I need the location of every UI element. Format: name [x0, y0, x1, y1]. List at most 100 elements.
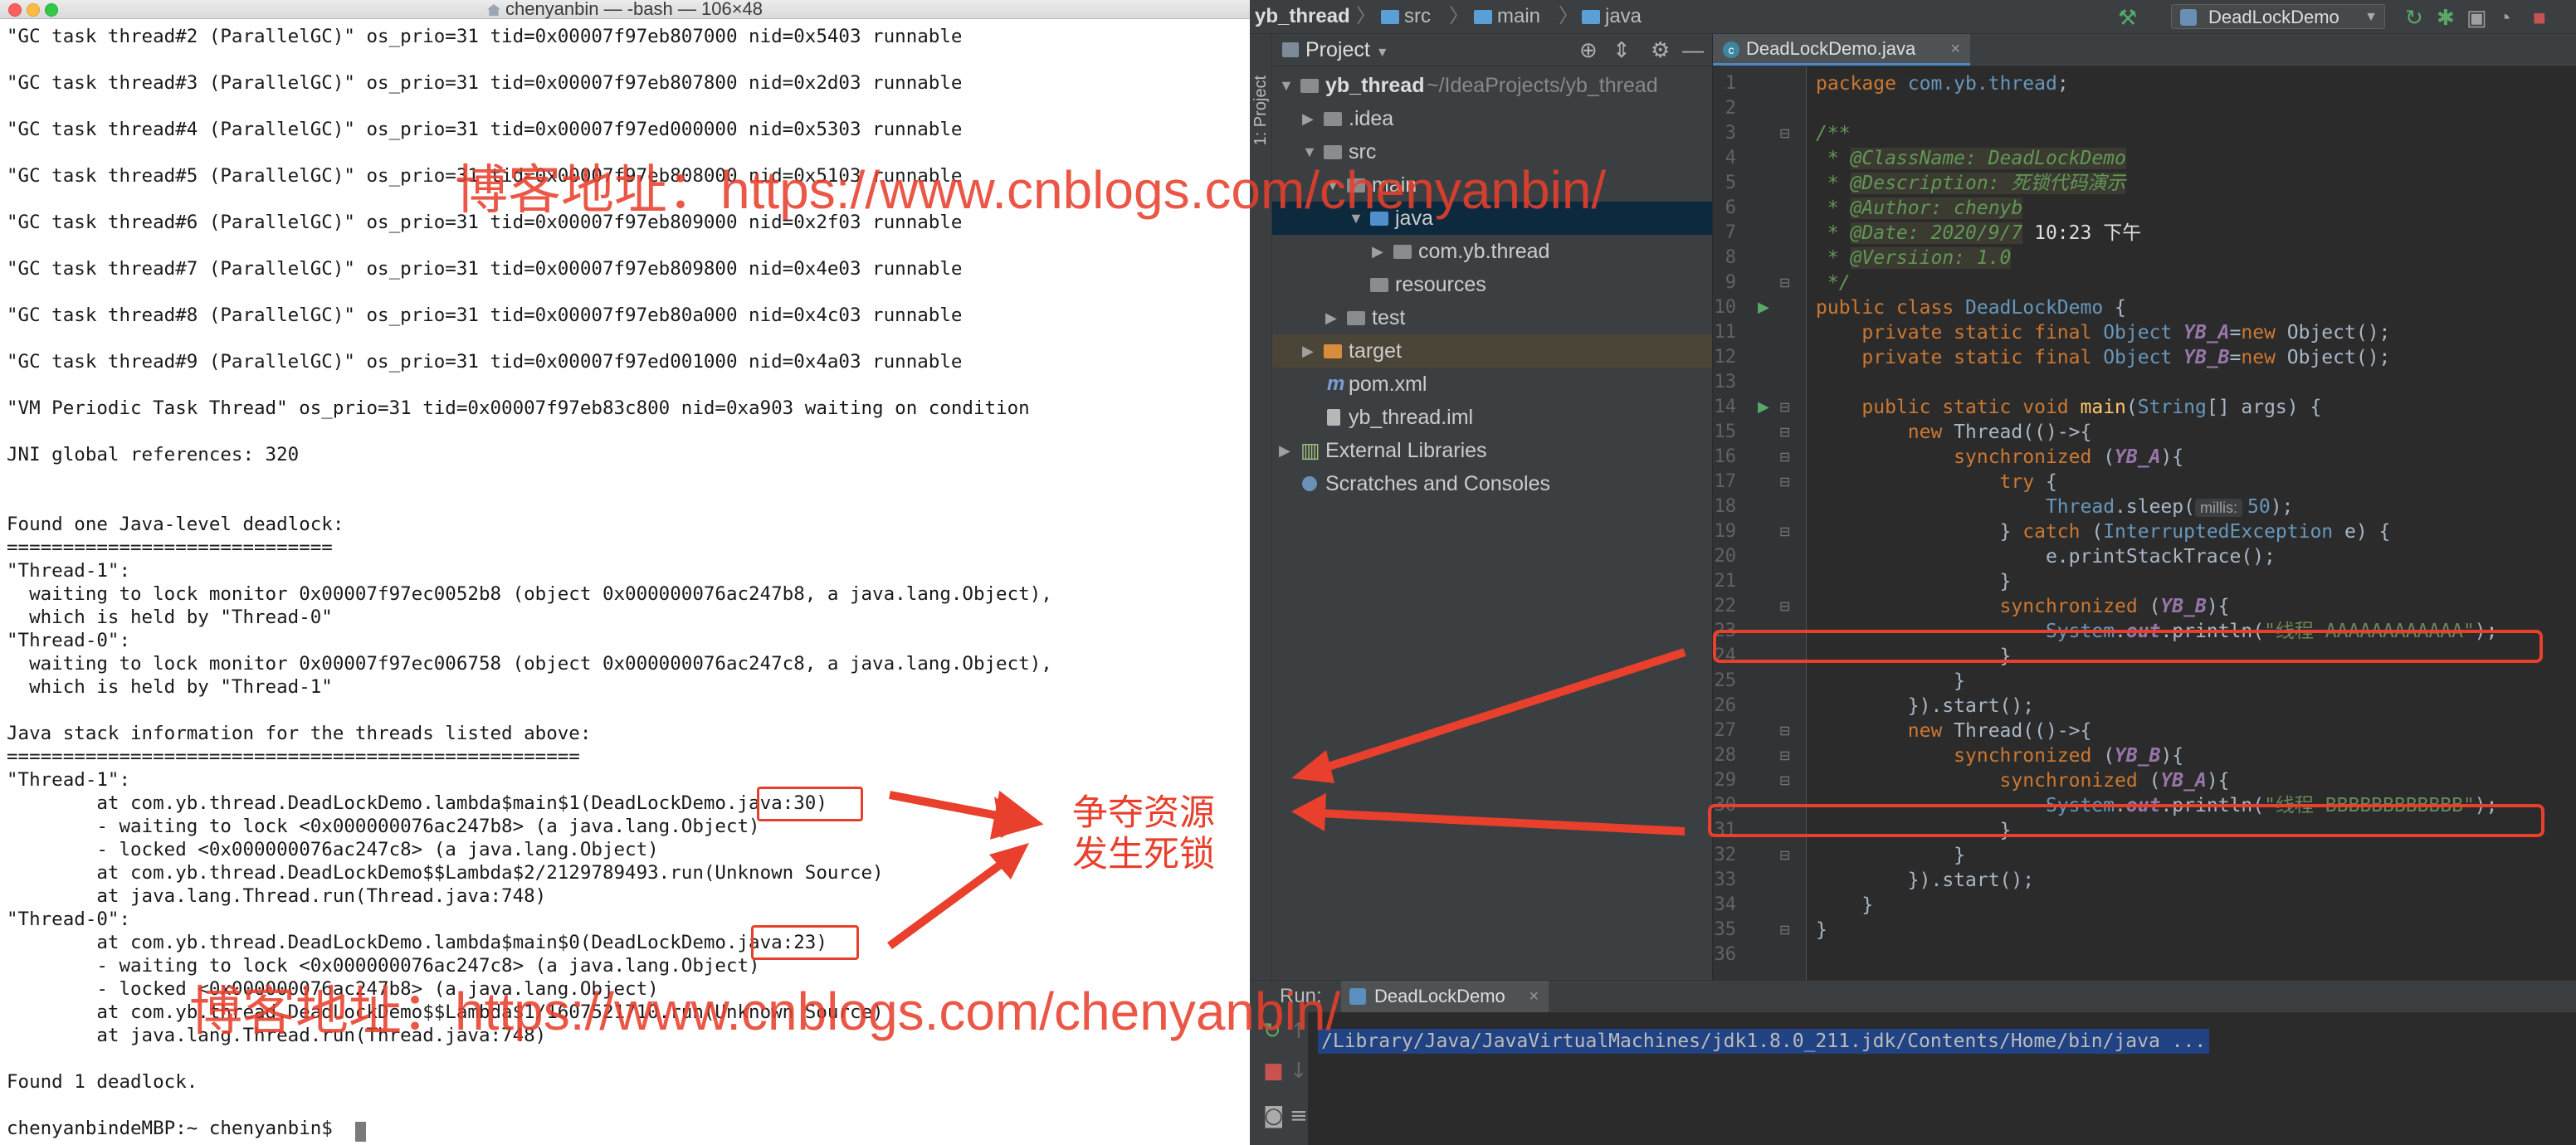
gear-icon[interactable]: ⚙ — [1651, 37, 1670, 63]
line-number: 2 — [1725, 98, 1736, 119]
console-output-line[interactable]: /Library/Java/JavaVirtualMachines/jdk1.8… — [1318, 1029, 2210, 1054]
fold-icon[interactable]: ⊟ — [1779, 918, 1790, 943]
breadcrumb-src[interactable]: src — [1381, 0, 1431, 33]
tree-item-external-libraries[interactable]: ▶ ▥ External Libraries — [1272, 434, 1712, 467]
rerun-icon[interactable]: ↻ — [2405, 5, 2423, 31]
run-panel[interactable]: Run: DeadLockDemo × ↻ ↑ ■ ↓ ◙ ≡ /Library… — [1250, 980, 2576, 1145]
code-token: private static final — [1816, 347, 2104, 368]
chevron-right-icon[interactable]: ▶ — [1279, 434, 1290, 467]
fold-icon[interactable]: ⊟ — [1779, 395, 1790, 420]
fold-icon[interactable]: ⊟ — [1779, 594, 1790, 619]
chevron-right-icon[interactable]: ▶ — [1325, 301, 1337, 334]
editor-tab-deadlockdemo[interactable]: c DeadLockDemo.java × — [1713, 34, 1970, 66]
code-line[interactable]: synchronized (YB_A){ — [1816, 768, 2230, 793]
tree-item-resources[interactable]: resources — [1272, 268, 1712, 301]
fold-icon[interactable]: ⊟ — [1779, 519, 1790, 544]
tree-item-pom[interactable]: m pom.xml — [1272, 368, 1712, 401]
camera-icon[interactable]: ◙ — [1263, 1104, 1284, 1128]
run-configuration-select[interactable]: DeadLockDemo ▼ — [2171, 4, 2385, 29]
terminal-line: at com.yb.thread.DeadLockDemo.lambda$mai… — [7, 792, 827, 814]
code-token: ( — [2149, 596, 2161, 617]
editor-tab-label: DeadLockDemo.java — [1746, 38, 1916, 59]
code-token: ; — [2056, 73, 2069, 95]
code-line[interactable]: synchronized (YB_A){ — [1816, 445, 2183, 470]
tree-item-target[interactable]: ▶ target — [1272, 334, 1712, 368]
code-line[interactable]: */ — [1816, 270, 1851, 295]
project-view-select[interactable]: Project ▼ — [1305, 34, 1389, 69]
code-line[interactable]: e.printStackTrace(); — [1816, 544, 2276, 569]
editor-gutter[interactable]: 1 2 3 4 5 6 7 8 9 10 11 12 13 14 15 16 1… — [1713, 66, 1807, 980]
locate-target-icon[interactable]: ⊕ — [1579, 37, 1598, 63]
soft-wrap-icon[interactable]: ≡ — [1290, 1104, 1308, 1128]
close-icon[interactable]: × — [1950, 34, 1960, 64]
code-line[interactable]: }).start(); — [1816, 868, 2034, 893]
code-line[interactable]: * @Author: chenyb — [1816, 196, 2023, 221]
stop-icon[interactable]: ■ — [1263, 1059, 1284, 1084]
fold-icon[interactable]: ⊟ — [1779, 270, 1790, 295]
fold-icon[interactable]: ⊟ — [1779, 768, 1790, 793]
code-token: com.yb.thread — [1907, 73, 2057, 95]
code-line[interactable]: private static final Object YB_B=new Obj… — [1816, 345, 2390, 370]
code-line[interactable]: * @ClassName: DeadLockDemo — [1816, 146, 2126, 171]
run-gutter-icon[interactable]: ▶ — [1758, 395, 1769, 420]
code-line[interactable]: public class DeadLockDemo { — [1816, 295, 2126, 320]
build-hammer-icon[interactable]: ⚒ — [2118, 5, 2137, 31]
code-line[interactable]: try { — [1816, 470, 2057, 495]
code-line[interactable]: } — [1816, 893, 1873, 918]
chevron-right-icon[interactable]: ▶ — [1372, 235, 1383, 268]
tree-item-yb-thread[interactable]: ▼ yb_thread ~/IdeaProjects/yb_thread — [1272, 69, 1712, 102]
fold-icon[interactable]: ⊟ — [1779, 445, 1790, 470]
code-line[interactable]: private static final Object YB_A=new Obj… — [1816, 320, 2390, 345]
hide-panel-icon[interactable]: — — [1682, 37, 1704, 63]
arrow-down-icon[interactable]: ↓ — [1290, 1059, 1308, 1084]
code-line[interactable]: * @Versiion: 1.0 — [1816, 246, 2012, 270]
highlight-java-30 — [757, 787, 863, 821]
chevron-right-icon[interactable]: ▶ — [1302, 334, 1314, 368]
tree-item-scratches[interactable]: Scratches and Consoles — [1272, 467, 1712, 500]
debug-bug-icon[interactable]: ✱ — [2437, 5, 2455, 31]
code-line[interactable]: }).start(); — [1816, 694, 2034, 719]
code-line[interactable]: public static void main(String[] args) { — [1816, 395, 2321, 420]
terminal-prompt[interactable]: chenyanbindeMBP:~ chenyanbin$ — [7, 1117, 344, 1140]
code-line[interactable]: package com.yb.thread; — [1816, 71, 2069, 96]
tree-item-package[interactable]: ▶ com.yb.thread — [1272, 235, 1712, 268]
fold-icon[interactable]: ⊟ — [1779, 470, 1790, 495]
code-line[interactable]: new Thread(()->{ — [1816, 420, 2092, 445]
code-line[interactable]: * @Description: 死锁代码演示 — [1816, 171, 2126, 196]
code-line[interactable]: } catch (InterruptedException e) { — [1816, 519, 2391, 544]
profile-icon[interactable]: ◔ — [2498, 5, 2511, 31]
close-icon[interactable]: × — [1529, 981, 1539, 1012]
breadcrumb-java[interactable]: java — [1582, 0, 1642, 33]
fold-icon[interactable]: ⊟ — [1779, 420, 1790, 445]
fold-icon[interactable]: ⊟ — [1779, 843, 1790, 868]
run-tab-deadlockdemo[interactable]: DeadLockDemo × — [1341, 981, 1549, 1012]
chevron-down-icon[interactable]: ▼ — [1279, 69, 1294, 102]
code-token: YB_B — [2115, 745, 2161, 767]
code-line[interactable]: } — [1816, 669, 1965, 694]
tree-item-test[interactable]: ▶ test — [1272, 301, 1712, 334]
project-tool-tab[interactable]: 1: Project — [1251, 76, 1271, 145]
code-line[interactable]: * @Date: 2020/9/7 10:23 下午 — [1816, 221, 2141, 246]
stop-icon[interactable]: ■ — [2533, 5, 2546, 31]
coverage-icon[interactable]: ▣ — [2466, 5, 2487, 31]
tree-item-iml[interactable]: yb_thread.iml — [1272, 401, 1712, 434]
chevron-right-icon[interactable]: ▶ — [1302, 102, 1314, 135]
code-line[interactable]: synchronized (YB_B){ — [1816, 743, 2183, 768]
code-line[interactable]: Thread.sleep(millis: 50); — [1816, 495, 2293, 519]
code-line[interactable]: synchronized (YB_B){ — [1816, 594, 2230, 619]
code-line[interactable]: new Thread(()->{ — [1816, 719, 2092, 743]
breadcrumb-project[interactable]: yb_thread — [1255, 0, 1350, 33]
terminal-titlebar[interactable]: chenyanbin — -bash — 106×48 — [0, 0, 1250, 19]
code-line[interactable]: } — [1816, 843, 1965, 868]
run-gutter-icon[interactable]: ▶ — [1758, 295, 1769, 320]
fold-icon[interactable]: ⊟ — [1779, 719, 1790, 743]
code-line[interactable]: } — [1816, 918, 1827, 943]
code-editor[interactable]: c DeadLockDemo.java × 1 2 3 4 5 6 7 8 9 … — [1708, 34, 2576, 980]
fold-icon[interactable]: ⊟ — [1779, 743, 1790, 768]
code-line[interactable]: /** — [1816, 121, 1851, 146]
fold-icon[interactable]: ⊟ — [1779, 121, 1790, 146]
breadcrumb-main[interactable]: main — [1474, 0, 1540, 33]
code-line[interactable]: } — [1816, 569, 2012, 594]
collapse-all-icon[interactable]: ⇕ — [1612, 37, 1631, 63]
tree-item-idea[interactable]: ▶ .idea — [1272, 102, 1712, 135]
